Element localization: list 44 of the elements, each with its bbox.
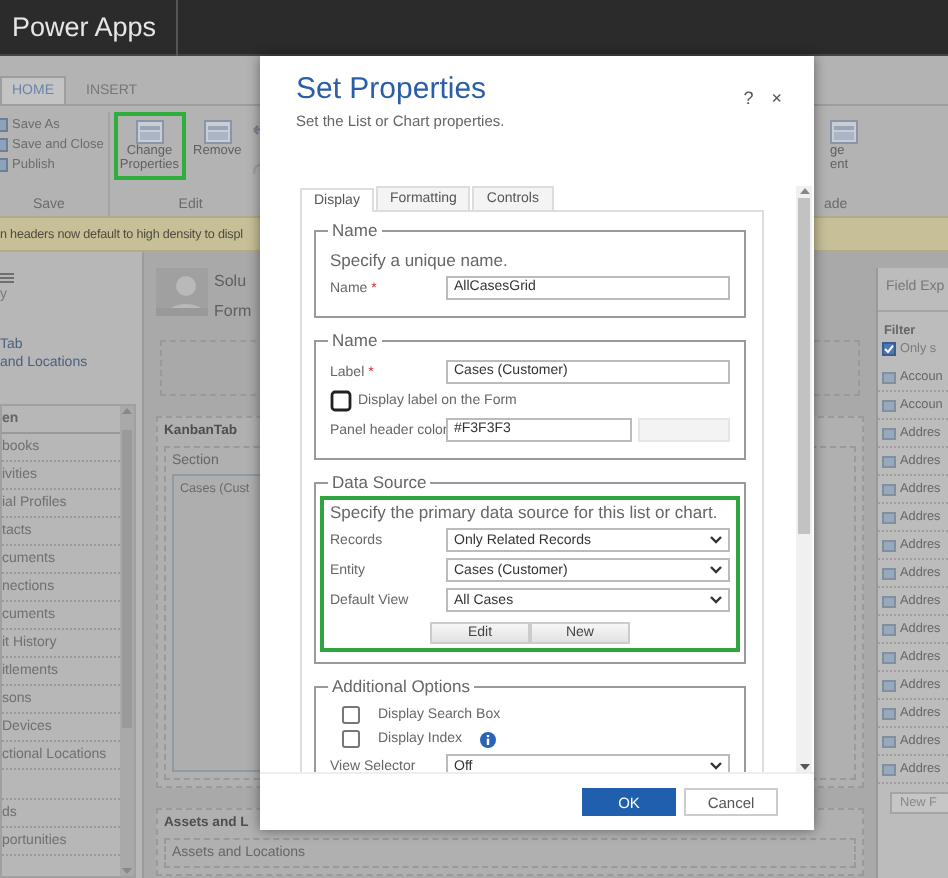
chevron-down-icon xyxy=(710,596,722,604)
checkbox[interactable] xyxy=(342,706,360,724)
field-icon xyxy=(882,763,896,775)
checkbox[interactable] xyxy=(882,342,896,356)
chevron-down-icon xyxy=(710,566,722,574)
dialog-title: Set Properties xyxy=(296,72,489,106)
field-icon xyxy=(882,455,896,467)
scrollbar-thumb[interactable] xyxy=(122,430,132,728)
section-legend: Additional Options xyxy=(328,676,474,696)
help-button[interactable]: ? xyxy=(743,88,754,108)
form-title: Solu xyxy=(214,272,247,290)
scroll-up-icon xyxy=(799,186,809,194)
color-swatch xyxy=(638,418,730,442)
field-icon xyxy=(882,623,896,635)
section-legend: Name xyxy=(328,220,382,240)
field-icon xyxy=(882,371,896,383)
field-icon xyxy=(882,539,896,551)
field-icon xyxy=(882,735,896,747)
field-icon xyxy=(882,651,896,663)
chevron-down-icon xyxy=(710,762,722,770)
field-icon xyxy=(882,567,896,579)
section-intro: Specify a unique name. xyxy=(330,250,510,270)
field-icon xyxy=(882,707,896,719)
field-icon xyxy=(882,483,896,495)
field-icon xyxy=(882,595,896,607)
close-button[interactable]: × xyxy=(771,88,782,108)
checkbox[interactable] xyxy=(330,390,352,412)
form-icon xyxy=(135,120,164,144)
checkbox[interactable] xyxy=(342,730,360,748)
form-icon xyxy=(830,120,858,144)
field-icon xyxy=(882,399,896,411)
chevron-down-icon xyxy=(710,536,722,544)
field-icon xyxy=(882,511,896,523)
section-legend: Data Source xyxy=(328,472,431,492)
field-icon xyxy=(882,427,896,439)
list-icon xyxy=(0,272,14,284)
form-icon xyxy=(203,120,232,144)
form-subtitle: Form xyxy=(214,302,252,320)
scroll-down-icon xyxy=(799,764,809,772)
section-intro: Specify the primary data source for this list or chart. xyxy=(330,502,720,522)
section-legend: Name xyxy=(328,330,382,350)
field-icon xyxy=(882,679,896,691)
scroll-up-icon xyxy=(122,406,132,414)
scrollbar-thumb[interactable] xyxy=(798,198,810,534)
